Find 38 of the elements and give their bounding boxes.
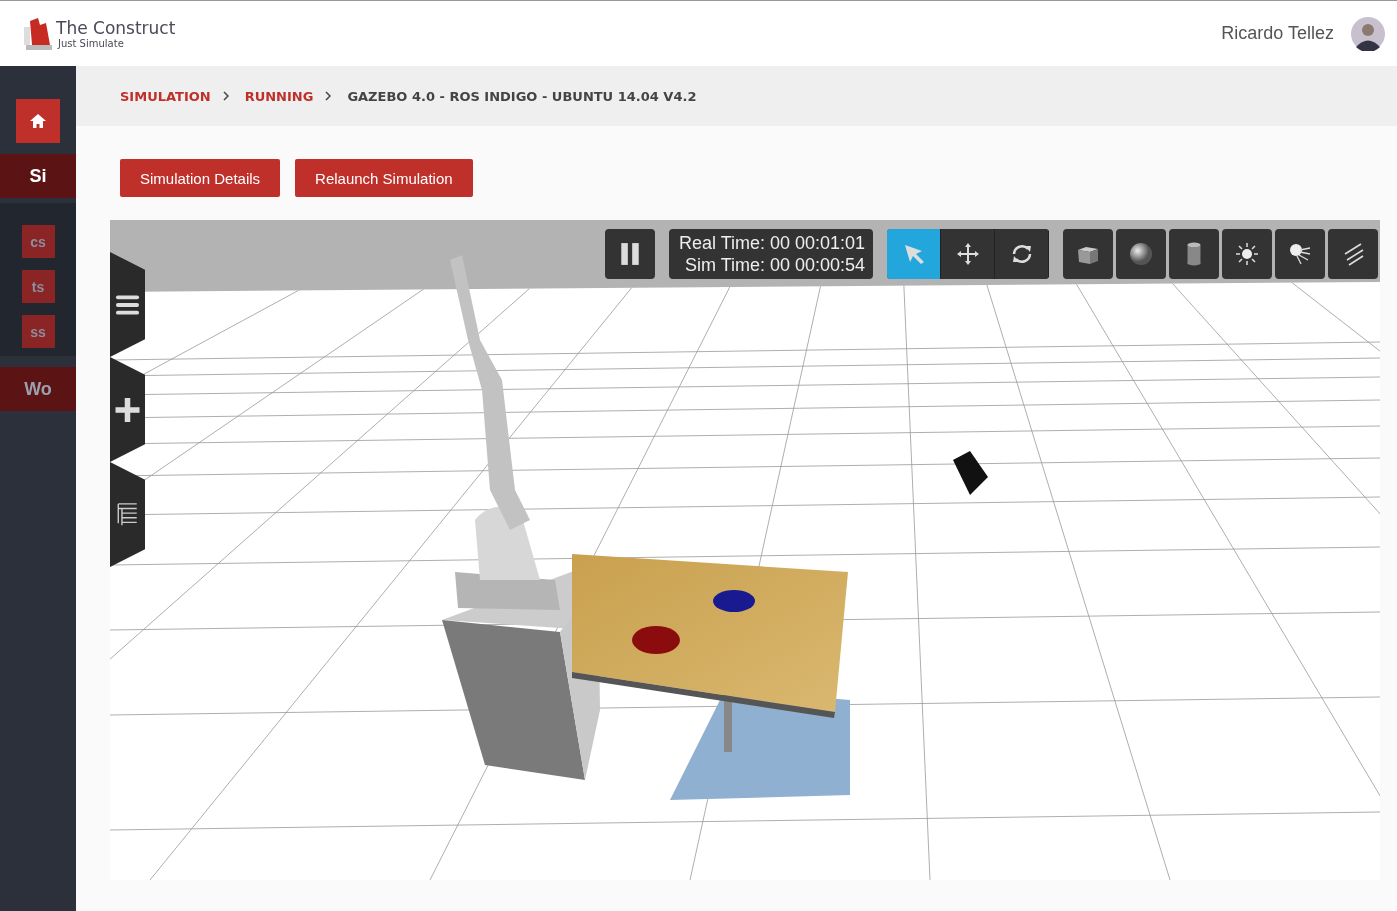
breadcrumb-link[interactable]: RUNNING [244, 88, 314, 104]
select-mode-button[interactable] [887, 229, 942, 279]
avatar[interactable] [1351, 16, 1385, 51]
spotlight-icon [1288, 242, 1313, 266]
home-icon [30, 114, 46, 128]
user-name[interactable]: Ricardo Tellez [1221, 23, 1334, 44]
block-object [953, 451, 988, 495]
sidebar-item[interactable]: cs [21, 225, 55, 258]
point-tool-button[interactable] [1222, 229, 1273, 279]
pause-icon [618, 242, 642, 266]
sphere-icon [1129, 242, 1154, 266]
details-button[interactable]: Simulation Details [120, 159, 281, 197]
pause-button[interactable] [605, 229, 655, 279]
sidebar-item[interactable]: Si [0, 154, 76, 198]
move-arrows-icon [955, 242, 980, 266]
logo-subtitle: Just Simulate [56, 37, 125, 49]
sim-time: Sim Time: 00 00:00:54 [685, 254, 866, 276]
plus-icon [115, 397, 140, 422]
tree-icon [115, 502, 140, 527]
sun-icon [1235, 242, 1260, 266]
logo-title: The Construct [56, 18, 176, 38]
logo-icon [24, 16, 54, 51]
directional-tool-button[interactable] [1328, 229, 1379, 279]
menu-icon [115, 292, 140, 317]
relaunch-button[interactable]: Relaunch Simulation [295, 159, 473, 197]
sidebar-item[interactable]: ts [21, 270, 55, 303]
sidebar-item[interactable]: Wo [0, 367, 76, 411]
breadcrumb-link[interactable]: SIMULATION [120, 88, 211, 104]
cylinder-tool-button[interactable] [1169, 229, 1220, 279]
breadcrumb-current: GAZEBO 4.0 - ROS INDIGO - UBUNTU 14.04 V4.2 [347, 88, 697, 104]
home-button[interactable] [16, 99, 60, 143]
spot-tool-button[interactable] [1275, 229, 1326, 279]
sphere-tool-button[interactable] [1116, 229, 1167, 279]
sidebar-item[interactable]: ss [21, 315, 55, 348]
chevron-icon [222, 91, 229, 101]
real-time: Real Time: 00 00:01:01 [679, 232, 866, 254]
box-tool-button[interactable] [1063, 229, 1114, 279]
chevron-icon [325, 91, 332, 101]
